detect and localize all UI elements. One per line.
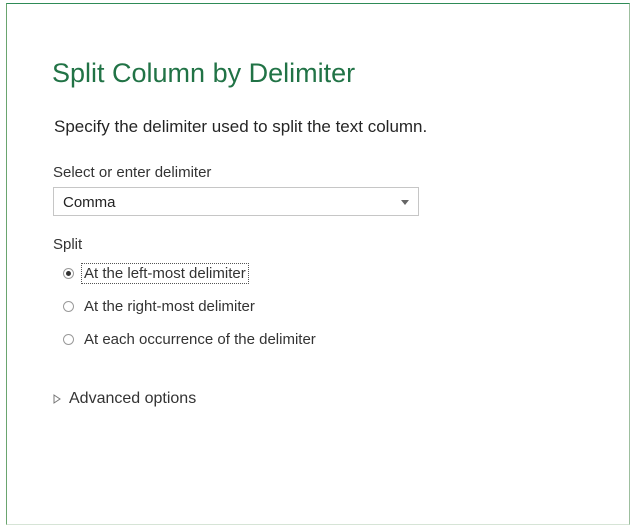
- split-option-right-most-label[interactable]: At the right-most delimiter: [82, 297, 257, 316]
- split-option-left-most-label[interactable]: At the left-most delimiter: [81, 262, 249, 284]
- split-column-dialog: Split Column by Delimiter Specify the de…: [6, 3, 630, 525]
- delimiter-label: Select or enter delimiter: [53, 164, 212, 181]
- split-option-right-most[interactable]: At the right-most delimiter: [63, 295, 257, 317]
- radio-left-most[interactable]: [63, 267, 74, 279]
- advanced-options-expander[interactable]: Advanced options: [53, 390, 196, 408]
- triangle-right-icon[interactable]: [53, 394, 61, 404]
- split-option-each-occurrence-label[interactable]: At each occurrence of the delimiter: [82, 330, 318, 349]
- radio-each-occurrence[interactable]: [63, 333, 74, 345]
- delimiter-select[interactable]: Comma: [53, 187, 419, 216]
- dialog-title: Split Column by Delimiter: [52, 58, 356, 88]
- split-option-left-most[interactable]: At the left-most delimiter: [63, 262, 249, 284]
- chevron-down-icon[interactable]: [401, 200, 409, 205]
- dialog-description: Specify the delimiter used to split the …: [54, 117, 428, 136]
- delimiter-select-value: Comma: [63, 194, 116, 211]
- advanced-options-label[interactable]: Advanced options: [69, 390, 196, 408]
- radio-right-most[interactable]: [63, 300, 74, 312]
- split-option-each-occurrence[interactable]: At each occurrence of the delimiter: [63, 328, 318, 350]
- split-label: Split: [53, 236, 83, 253]
